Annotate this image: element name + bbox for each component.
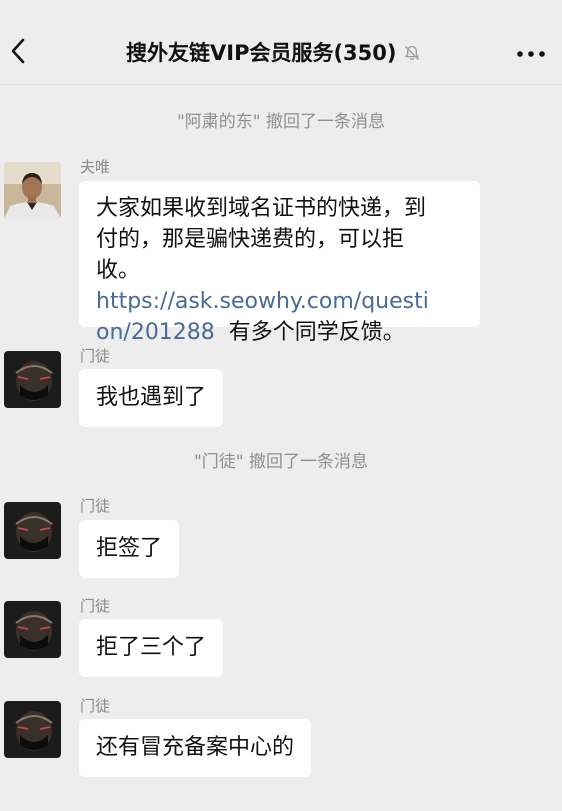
message-text: 拒签了 — [96, 536, 163, 561]
avatar[interactable] — [4, 162, 61, 219]
recall-notice: "阿粛的东" 撤回了一条消息 — [176, 112, 386, 132]
chat-title: 搜外友链VIP会员服务(350) — [126, 36, 421, 70]
message-link[interactable]: https://ask.seowhy.com/questi — [96, 289, 429, 314]
message-text: 收。 — [96, 258, 141, 283]
avatar[interactable] — [4, 601, 61, 658]
bell-off-icon — [403, 44, 421, 62]
chevron-left-icon — [11, 38, 25, 64]
sender-name: 门徒 — [80, 347, 111, 365]
message-line: 收。 https://ask.seowhy.com/questi — [96, 255, 464, 317]
sender-name: 门徒 — [80, 497, 111, 515]
message-text: 我也遇到了 — [96, 385, 207, 410]
back-button[interactable] — [6, 34, 34, 68]
message-bubble[interactable]: 大家如果收到域名证书的快递，到 付的，那是骗快递费的，可以拒 收。 https:/… — [79, 181, 480, 345]
message-text: 有多个同学反馈。 — [214, 320, 405, 345]
message-text: 还有冒充备案中心的 — [96, 735, 295, 760]
sender-name: 夫唯 — [80, 158, 111, 176]
message-link[interactable]: on/201288 — [96, 320, 215, 345]
sender-name: 门徒 — [80, 597, 111, 615]
more-dots-icon — [517, 51, 545, 57]
message-bubble[interactable]: 我也遇到了 — [79, 369, 224, 427]
sender-name: 门徒 — [80, 697, 111, 715]
avatar[interactable] — [4, 502, 61, 559]
more-options-button[interactable] — [515, 46, 547, 60]
avatar[interactable] — [4, 701, 61, 758]
chat-header: 搜外友链VIP会员服务(350) — [0, 0, 562, 85]
message-text: 拒了三个了 — [96, 635, 207, 660]
chat-title-text: 搜外友链VIP会员服务(350) — [126, 41, 397, 65]
message-line: 大家如果收到域名证书的快递，到 — [96, 196, 427, 221]
message-bubble[interactable]: 拒了三个了 — [79, 619, 224, 677]
message-line: 付的，那是骗快递费的，可以拒 — [96, 227, 405, 252]
avatar[interactable] — [4, 351, 61, 408]
message-line: on/201288 有多个同学反馈。 — [96, 317, 464, 348]
message-bubble[interactable]: 拒签了 — [79, 520, 180, 578]
message-bubble[interactable]: 还有冒充备案中心的 — [79, 719, 312, 777]
recall-notice: "门徒" 撤回了一条消息 — [193, 452, 369, 472]
